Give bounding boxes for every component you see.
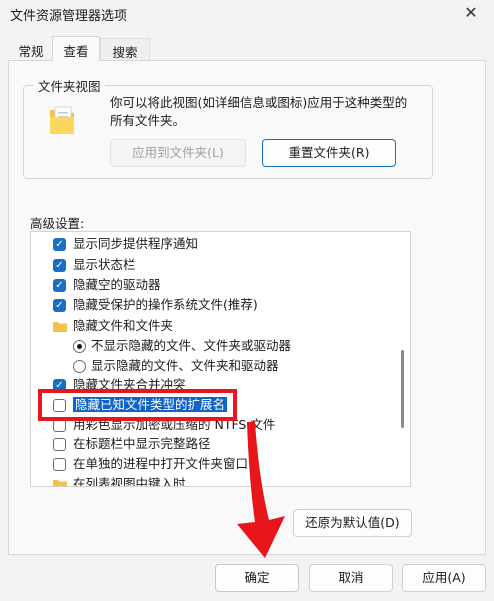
radio-unselected[interactable] — [73, 360, 86, 373]
scrollbar-thumb[interactable] — [401, 350, 404, 428]
reset-folders-button[interactable]: 重置文件夹(R) — [262, 139, 396, 167]
folder-icon — [50, 106, 74, 134]
list-item-label: 在标题栏中显示完整路径 — [73, 436, 211, 451]
close-button[interactable]: ✕ — [448, 0, 494, 28]
list-item: 隐藏文件和文件夹 — [31, 316, 391, 336]
checkbox-checked[interactable]: ✓ — [53, 299, 66, 312]
title-bar: 文件资源管理器选项 ✕ — [0, 0, 494, 30]
close-icon: ✕ — [464, 3, 478, 22]
folder-icon — [53, 480, 67, 486]
advanced-settings-label: 高级设置: — [30, 216, 85, 231]
list-item-label: 在列表视图中键入时 — [73, 476, 186, 487]
radio-selected[interactable] — [73, 340, 86, 353]
list-item-label: 显示状态栏 — [73, 257, 136, 272]
list-item-label: 隐藏空的驱动器 — [73, 277, 161, 292]
tab-search[interactable]: 搜索 — [100, 38, 150, 60]
list-item[interactable]: ✓ 显示同步提供程序通知 — [31, 234, 391, 254]
window-title: 文件资源管理器选项 — [10, 9, 128, 24]
restore-defaults-button[interactable]: 还原为默认值(D) — [293, 509, 412, 537]
list-item[interactable]: ✓ 显示状态栏 — [31, 255, 391, 275]
apply-to-folders-button[interactable]: 应用到文件夹(L) — [110, 139, 246, 167]
checkbox-unchecked[interactable] — [53, 458, 66, 471]
apply-button[interactable]: 应用(A) — [402, 564, 486, 592]
list-item[interactable]: 在标题栏中显示完整路径 — [31, 434, 391, 454]
checkbox-unchecked[interactable] — [53, 438, 66, 451]
list-item[interactable]: 不显示隐藏的文件、文件夹或驱动器 — [31, 336, 391, 356]
ok-button[interactable]: 确定 — [215, 564, 299, 592]
list-item-label: 隐藏文件和文件夹 — [73, 318, 174, 333]
list-item-label: 显示同步提供程序通知 — [73, 236, 199, 251]
list-item: 在列表视图中键入时 — [31, 474, 391, 487]
checkbox-checked[interactable]: ✓ — [53, 279, 66, 292]
list-item-label: 不显示隐藏的文件、文件夹或驱动器 — [91, 338, 292, 353]
annotation-highlight-box — [38, 389, 237, 421]
tab-general[interactable]: 常规 — [10, 38, 52, 60]
list-item-label: 隐藏受保护的操作系统文件(推荐) — [73, 297, 258, 312]
list-item[interactable]: 在单独的进程中打开文件夹窗口 — [31, 454, 391, 474]
checkbox-checked[interactable]: ✓ — [53, 238, 66, 251]
cancel-button[interactable]: 取消 — [309, 564, 393, 592]
folder-icon — [53, 322, 67, 332]
advanced-settings-list: ✓ 显示同步提供程序通知 ✓ 显示状态栏 ✓ 隐藏空的驱动器 ✓ 隐藏受保护的操… — [30, 231, 411, 487]
folder-views-description: 你可以将此视图(如详细信息或图标)应用于这种类型的所有文件夹。 — [110, 95, 408, 128]
annotation-arrow-icon — [237, 422, 285, 558]
folder-views-title: 文件夹视图 — [34, 76, 105, 95]
list-item[interactable]: 显示隐藏的文件、文件夹和驱动器 — [31, 356, 391, 376]
list-item[interactable]: ✓ 隐藏受保护的操作系统文件(推荐) — [31, 295, 391, 315]
list-item-label: 在单独的进程中打开文件夹窗口 — [73, 456, 249, 471]
checkbox-checked[interactable]: ✓ — [53, 259, 66, 272]
tab-view[interactable]: 查看 — [52, 36, 100, 61]
list-item-label: 显示隐藏的文件、文件夹和驱动器 — [91, 358, 279, 373]
list-item[interactable]: ✓ 隐藏空的驱动器 — [31, 275, 391, 295]
